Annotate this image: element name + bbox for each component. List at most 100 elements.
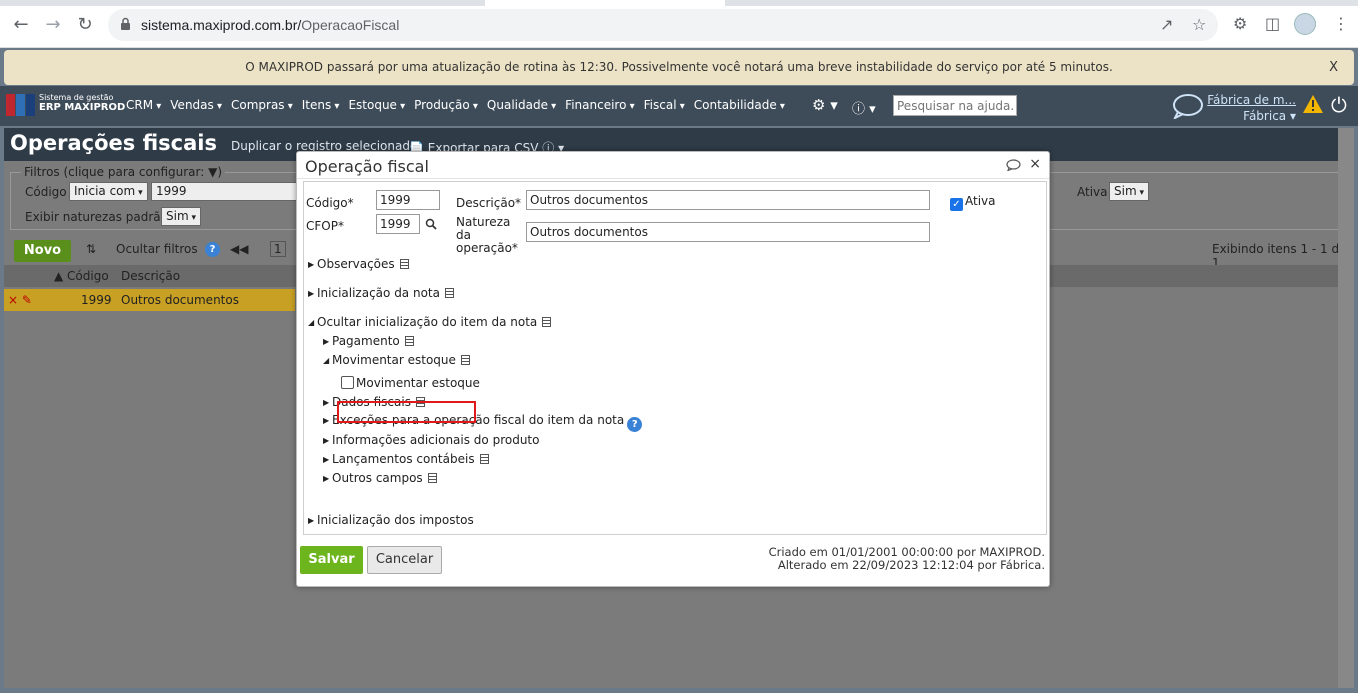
extensions-icon[interactable]: ⚙ [1233,14,1247,33]
filter-code-label: Código [25,185,67,199]
menu-compras[interactable]: Compras [231,98,293,112]
filter-show-natures-select[interactable]: Sim [161,207,202,226]
menu-vendas[interactable]: Vendas [170,98,222,112]
section-init-nota[interactable]: ▶ Inicialização da nota [308,286,454,300]
main-menu: CRM Vendas Compras Itens Estoque Produçã… [126,98,794,112]
col-desc-header[interactable]: Descrição [121,269,180,283]
active-checkbox-box[interactable]: ✓ [950,198,963,211]
expand-arrow-icon: ▶ [308,260,315,269]
nature-label-3: operação* [456,241,518,255]
grid-help-icon[interactable]: ? [205,242,220,257]
user-company[interactable]: Fábrica de m... [1207,92,1296,108]
user-info[interactable]: Fábrica de m... Fábrica ▾ [1207,92,1296,124]
note-icon [427,473,437,483]
menu-financeiro[interactable]: Financeiro [565,98,634,112]
warning-icon[interactable] [1302,94,1324,114]
refresh-icon[interactable]: ⇅ [86,242,96,256]
settings-gear-icon[interactable]: ⚙ ▾ [812,96,838,114]
bookmark-star-icon[interactable]: ☆ [1192,15,1206,34]
expand-arrow-icon: ▶ [323,337,330,346]
power-icon[interactable]: ⏻ [1331,93,1347,117]
active-tab[interactable] [485,0,725,6]
lock-icon [121,17,130,30]
filter-active-label: Ativa [1077,185,1108,199]
tab-strip [0,0,1358,6]
note-icon [479,454,489,464]
filter-active-select[interactable]: Sim [1109,182,1150,201]
pager-page-number[interactable]: 1 [270,241,286,257]
cfop-input[interactable]: 1999 [376,214,420,234]
browser-menu-icon[interactable]: ⋮ [1333,14,1349,33]
section-info-adicionais[interactable]: ▶ Informações adicionais do produto [323,433,539,447]
menu-qualidade[interactable]: Qualidade [487,98,556,112]
hide-filters-button[interactable]: Ocultar filtros [116,242,198,256]
chat-bubble-icon[interactable] [1172,93,1204,119]
share-icon[interactable]: ↗ [1160,15,1173,34]
table-row[interactable]: × ✎ 1999 Outros documentos [4,289,295,311]
note-icon [460,355,470,365]
help-icon[interactable]: ? [627,417,643,432]
expand-arrow-icon: ▶ [323,474,330,483]
section-hide-item-init[interactable]: ◢ Ocultar inicialização do item da nota [308,315,552,329]
cfop-search-icon[interactable] [425,218,437,230]
description-input[interactable]: Outros documentos [526,190,930,210]
row-delete-icon[interactable]: × ✎ [8,293,32,307]
help-circle-icon[interactable]: ⓘ ▾ [852,98,876,117]
menu-fiscal[interactable]: Fiscal [644,98,685,112]
active-checkbox[interactable]: ✓ Ativa [950,195,996,211]
nature-input[interactable]: Outros documentos [526,222,930,242]
movimentar-estoque-checkbox[interactable]: Movimentar estoque [341,376,480,390]
active-label: Ativa [965,194,996,208]
section-lancamentos[interactable]: ▶ Lançamentos contábeis [323,452,489,466]
help-search-input[interactable] [893,95,1017,116]
movimentar-estoque-checkbox-box[interactable] [341,376,354,389]
expand-arrow-icon: ▶ [308,289,315,298]
brand-text: Sistema de gestão ERP MAXIPROD [39,93,125,113]
notice-text: O MAXIPROD passará por uma atualização d… [245,60,1113,74]
app-menubar: Sistema de gestão ERP MAXIPROD CRM Venda… [0,86,1358,126]
page-scrollbar[interactable] [1338,128,1354,688]
note-icon [542,317,552,327]
filter-code-operator-select[interactable]: Inicia com [69,182,148,201]
reload-icon[interactable]: ↻ [72,12,98,38]
back-icon[interactable]: ← [8,12,34,38]
section-outros-campos[interactable]: ▶ Outros campos [323,471,437,485]
user-name[interactable]: Fábrica ▾ [1207,108,1296,124]
new-button[interactable]: Novo [14,240,71,262]
section-movimentar-estoque[interactable]: ◢ Movimentar estoque [323,353,470,367]
expand-arrow-icon: ▶ [323,398,330,407]
collapse-arrow-icon: ◢ [323,356,330,365]
menu-crm[interactable]: CRM [126,98,161,112]
save-button[interactable]: Salvar [300,546,363,574]
browser-toolbar: ← → ↻ sistema.maxiprod.com.br/OperacaoFi… [0,0,1358,48]
menu-contabilidade[interactable]: Contabilidade [694,98,785,112]
dialog-body: Código* 1999 CFOP* 1999 Descrição* Outro… [303,181,1047,535]
dialog-chat-icon[interactable] [1006,159,1021,171]
code-input[interactable]: 1999 [376,190,440,210]
dialog-close-button[interactable]: × [1029,156,1041,172]
notice-close-button[interactable]: X [1329,50,1338,85]
expand-arrow-icon: ▶ [323,416,330,425]
collapse-arrow-icon: ◢ [308,318,315,327]
menu-producao[interactable]: Produção [414,98,478,112]
url-path: OperacaoFiscal [301,17,400,33]
address-bar[interactable]: sistema.maxiprod.com.br/OperacaoFiscal ↗… [108,9,1218,41]
section-observacoes[interactable]: ▶ Observações [308,257,409,271]
note-icon [404,336,414,346]
col-code-header[interactable]: ▲ Código [54,269,109,283]
cfop-label: CFOP* [306,219,344,233]
profile-avatar[interactable] [1294,13,1316,35]
menu-estoque[interactable]: Estoque [348,98,405,112]
maintenance-notice: O MAXIPROD passará por uma atualização d… [4,50,1354,85]
menu-itens[interactable]: Itens [302,98,340,112]
section-pagamento[interactable]: ▶ Pagamento [323,334,414,348]
expand-arrow-icon: ▶ [323,455,330,464]
filter-code-input[interactable]: 1999 [151,182,301,201]
forward-icon[interactable]: → [40,12,66,38]
pager-first-icon[interactable]: ◀◀ [230,242,248,256]
side-panel-icon[interactable]: ◫ [1265,14,1280,33]
section-init-impostos[interactable]: ▶ Inicialização dos impostos [308,513,474,527]
cancel-button[interactable]: Cancelar [367,546,442,574]
note-icon [399,259,409,269]
filters-legend[interactable]: Filtros (clique para configurar: ▼) [21,165,226,179]
